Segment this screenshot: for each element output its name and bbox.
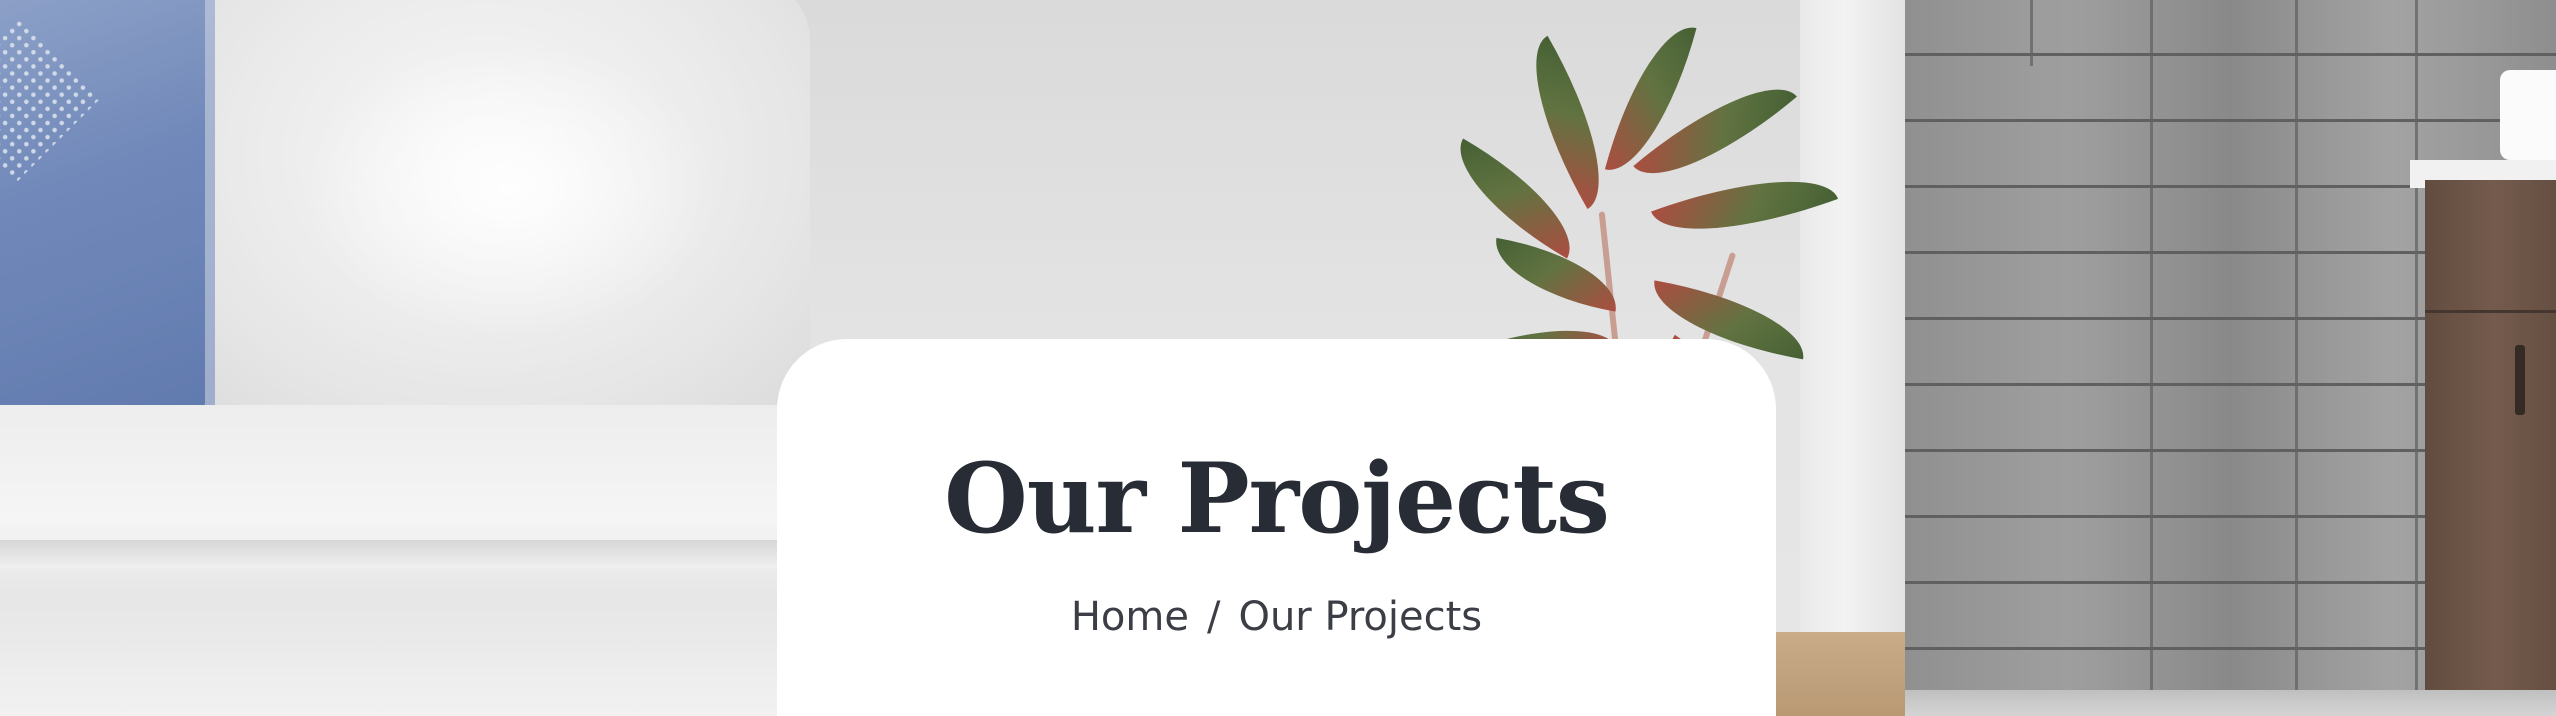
breadcrumb-current: Our Projects	[1238, 594, 1483, 640]
breadcrumb-separator: /	[1206, 594, 1221, 640]
page-title: Our Projects	[944, 442, 1610, 555]
breadcrumb-home-link[interactable]: Home	[1071, 594, 1189, 640]
page-title-card: Our Projects Home / Our Projects	[777, 339, 1776, 716]
hero-banner: Our Projects Home / Our Projects	[0, 0, 2556, 716]
breadcrumb: Home / Our Projects	[777, 597, 1776, 637]
